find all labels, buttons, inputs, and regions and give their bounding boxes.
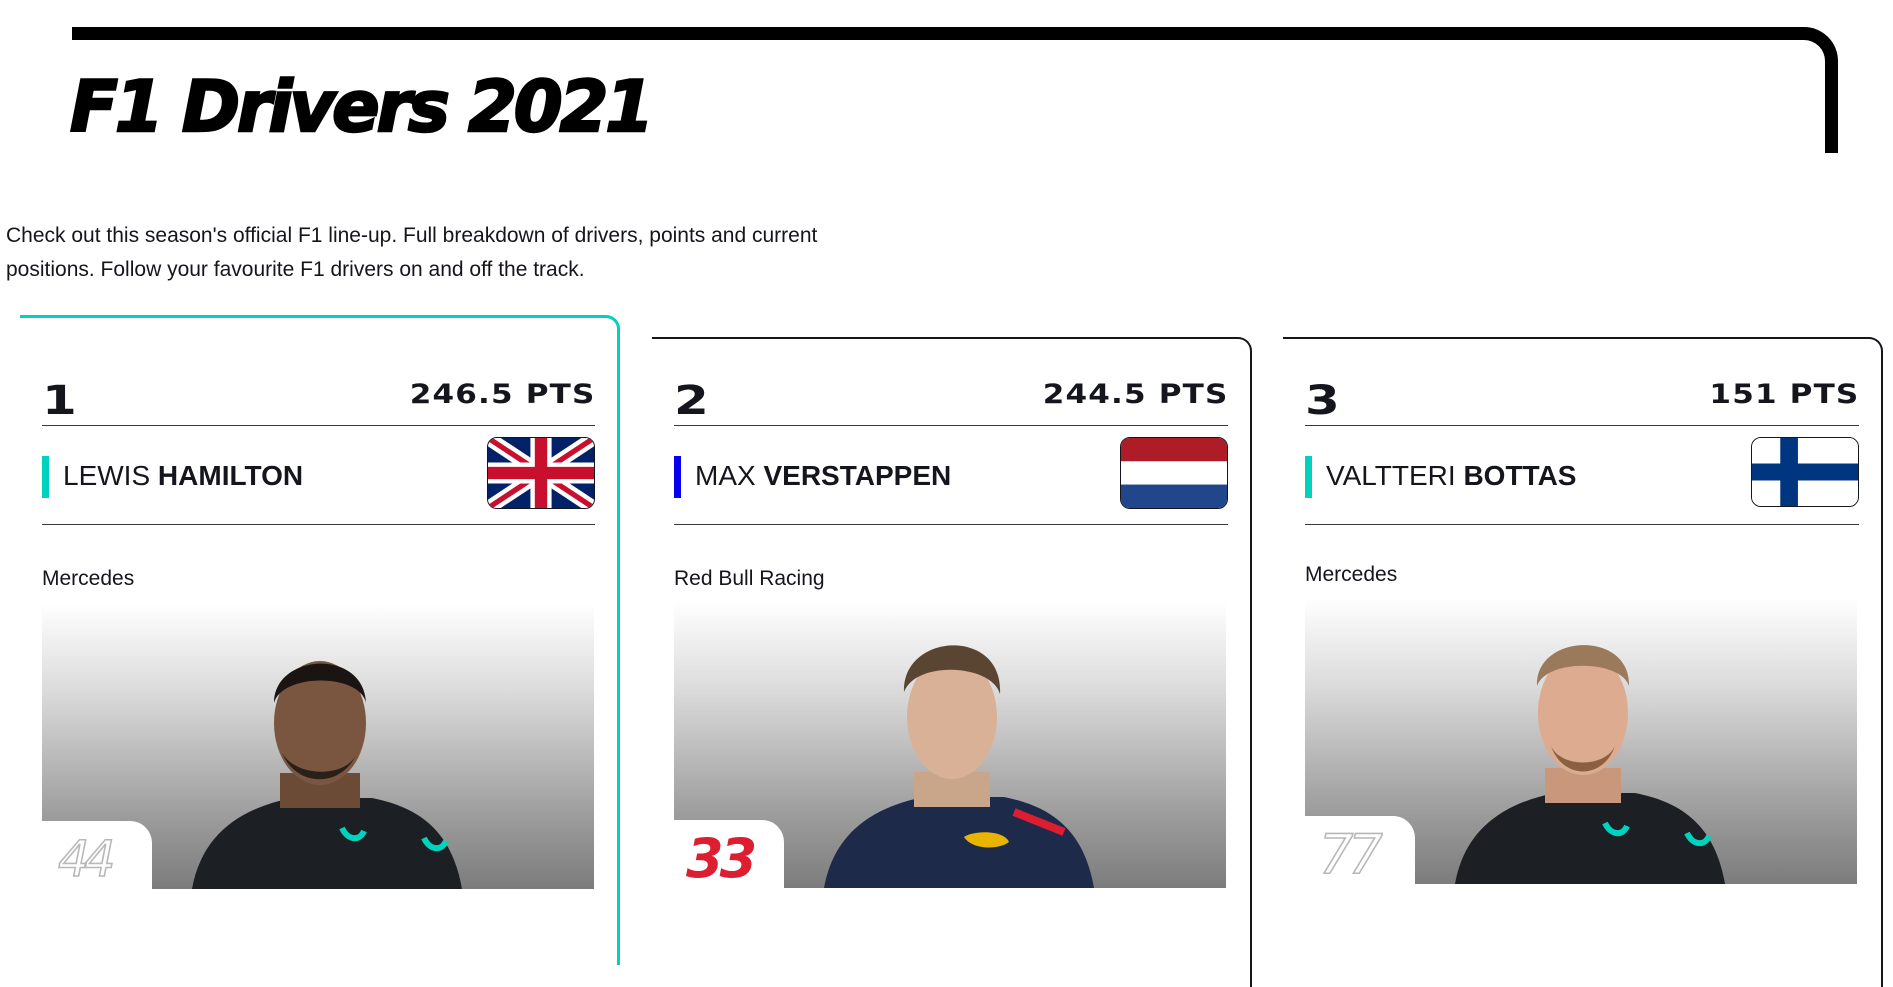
driver-name: MAX VERSTAPPEN <box>695 458 951 494</box>
driver-number-text: 77 <box>1319 823 1382 884</box>
driver-first-name: LEWIS <box>63 460 151 491</box>
driver-number: 44 <box>57 829 119 889</box>
team-color-bar <box>674 456 681 498</box>
driver-last-name: BOTTAS <box>1463 460 1577 491</box>
team-color-bar <box>42 456 49 498</box>
driver-points: 244.5 PTS <box>1042 379 1228 410</box>
driver-last-name: VERSTAPPEN <box>763 460 952 491</box>
driver-name: VALTTERI BOTTAS <box>1326 458 1576 494</box>
driver-first-name: VALTTERI <box>1326 460 1456 491</box>
driver-name-row: MAX VERSTAPPEN <box>674 426 1228 525</box>
team-color-bar <box>1305 456 1312 498</box>
card-header: 3 151 PTS <box>1305 363 1859 426</box>
driver-photo: 44 <box>42 603 594 889</box>
uk-flag-icon <box>487 437 595 509</box>
driver-rank: 1 <box>42 378 77 424</box>
driver-number: 77 <box>1318 822 1388 884</box>
team-name: Mercedes <box>42 567 135 590</box>
team-name: Mercedes <box>1305 563 1398 586</box>
driver-last-name: HAMILTON <box>157 460 304 491</box>
driver-points: 151 PTS <box>1709 379 1859 410</box>
driver-card-verstappen[interactable]: 2 244.5 PTS MAX VERSTAPPEN Red Bull Raci… <box>652 337 1252 987</box>
team-name: Red Bull Racing <box>674 567 825 590</box>
page-title: F1 Drivers 2021 <box>69 66 656 148</box>
driver-number-text: 44 <box>58 830 113 888</box>
driver-number-badge: 77 <box>1305 816 1415 884</box>
driver-card-bottas[interactable]: 3 151 PTS VALTTERI BOTTAS Mercedes 77 <box>1283 337 1883 987</box>
driver-name-row: LEWIS HAMILTON <box>42 426 595 525</box>
driver-name-row: VALTTERI BOTTAS <box>1305 426 1859 525</box>
netherlands-flag-icon <box>1120 437 1228 509</box>
card-header: 1 246.5 PTS <box>42 363 595 426</box>
driver-number: 33 <box>686 827 759 888</box>
driver-photo: 77 <box>1305 598 1857 884</box>
intro-text: Check out this season's official F1 line… <box>6 224 818 281</box>
finland-flag-icon <box>1751 437 1859 507</box>
driver-number-badge: 44 <box>42 821 152 889</box>
driver-number-badge: 33 <box>674 820 784 888</box>
driver-card-hamilton[interactable]: 1 246.5 PTS LEWIS HAMILTON Mercedes 44 <box>20 315 620 965</box>
card-header: 2 244.5 PTS <box>674 363 1228 426</box>
driver-first-name: MAX <box>695 460 756 491</box>
driver-rank: 2 <box>674 378 709 424</box>
driver-number-text: 33 <box>686 827 755 888</box>
driver-photo: 33 <box>674 602 1226 888</box>
driver-rank: 3 <box>1305 378 1340 424</box>
driver-points: 246.5 PTS <box>409 379 595 410</box>
driver-name: LEWIS HAMILTON <box>63 458 303 494</box>
